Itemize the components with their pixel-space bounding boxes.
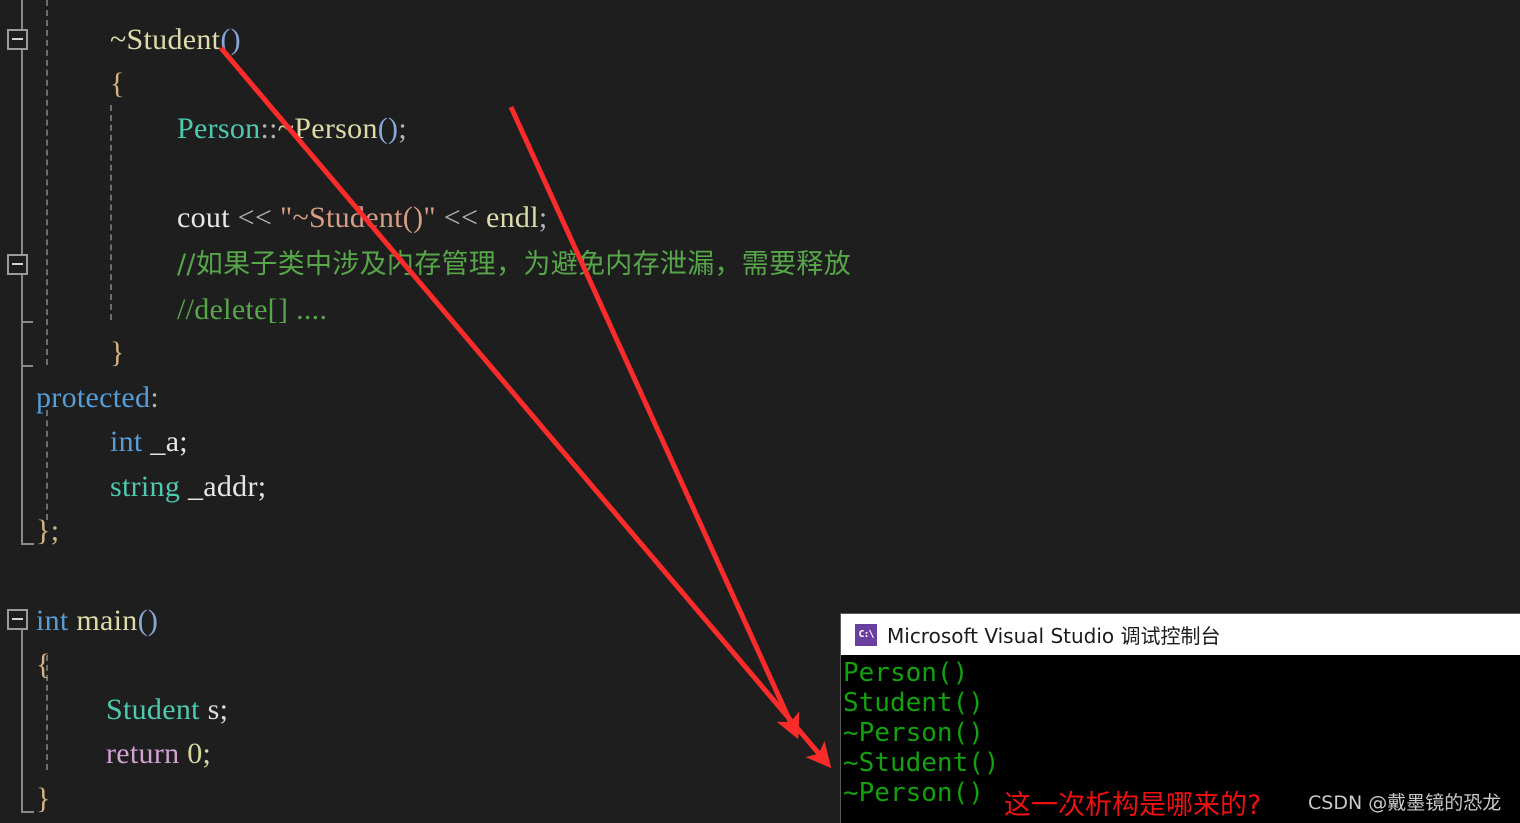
token-int-keyword: int [36,604,69,637]
code-line-8: } [110,331,125,376]
code-line-6-comment: //如果子类中涉及内存管理，为避免内存泄漏，需要释放 [177,249,851,280]
code-line-10: int _a; [110,420,188,465]
token-main-function: main [76,604,138,637]
code-line-2: { [110,62,125,107]
code-line-5: cout << "~Student()" << endl; [177,196,548,241]
indent-guide-level2 [110,105,112,320]
code-line-11: string _addr; [110,465,266,510]
token-scope-operator: :: [260,112,278,145]
token-brace-close: } [36,782,51,815]
token-class-close: }; [36,514,60,547]
token-brace-open: { [36,648,51,681]
console-output-line: ~Person() [843,718,984,748]
token-int-keyword: int [110,425,143,458]
console-output-line: Person() [843,658,969,688]
code-line-12: }; [36,509,59,554]
csdn-watermark: CSDN @戴墨镜的恐龙 [1308,792,1502,814]
code-line-7-comment: //delete[] .... [177,293,328,326]
token-parens: () [137,604,159,637]
token-zero-literal: 0; [187,737,212,770]
code-line-17: return 0; [106,732,211,777]
token-semicolon: ; [398,112,407,145]
token-return-keyword: return [106,737,180,770]
token-endl: endl [486,201,539,234]
token-brace-open: { [110,67,125,100]
token-string-type: string [110,470,181,503]
token-s-variable: s; [207,693,229,726]
token-person-class: Person [177,112,261,145]
token-destructor-name: ~Student [110,23,221,56]
token-semicolon: ; [538,201,548,234]
screenshot-root: ~Student() { Person::~Person(); cout << … [0,0,1520,823]
token-parens: () [220,23,241,56]
console-annotation-text: 这一次析构是哪来的? [1004,790,1262,821]
code-line-1: ~Student() [110,18,241,63]
code-line-9: protected: [36,376,159,421]
token-shift-left-2: << [443,201,479,234]
token-person-destructor: ~Person [277,112,378,145]
code-line-3: Person::~Person(); [177,107,407,152]
token-a-member: _a; [150,425,188,458]
token-colon: : [150,381,159,414]
console-title-bar[interactable]: C:\ Microsoft Visual Studio 调试控制台 [841,614,1520,655]
token-parens: () [377,112,399,145]
console-output-line: ~Student() [843,748,1000,778]
console-title-text: Microsoft Visual Studio 调试控制台 [887,624,1221,648]
token-student-type: Student [106,693,200,726]
console-output-line: Student() [843,688,984,718]
code-line-16: Student s; [106,688,228,733]
token-string-literal: "~Student()" [279,201,436,234]
code-text[interactable]: ~Student() { Person::~Person(); cout << … [0,0,851,823]
token-protected-keyword: protected [36,381,151,414]
code-line-18: } [36,777,51,822]
code-line-14: int main() [36,599,158,644]
token-addr-member: _addr; [187,470,267,503]
code-line-15: { [36,643,51,688]
token-cout: cout [177,201,230,234]
console-cmd-icon: C:\ [855,623,877,646]
token-shift-left: << [237,201,273,234]
token-brace-close: } [110,336,125,369]
